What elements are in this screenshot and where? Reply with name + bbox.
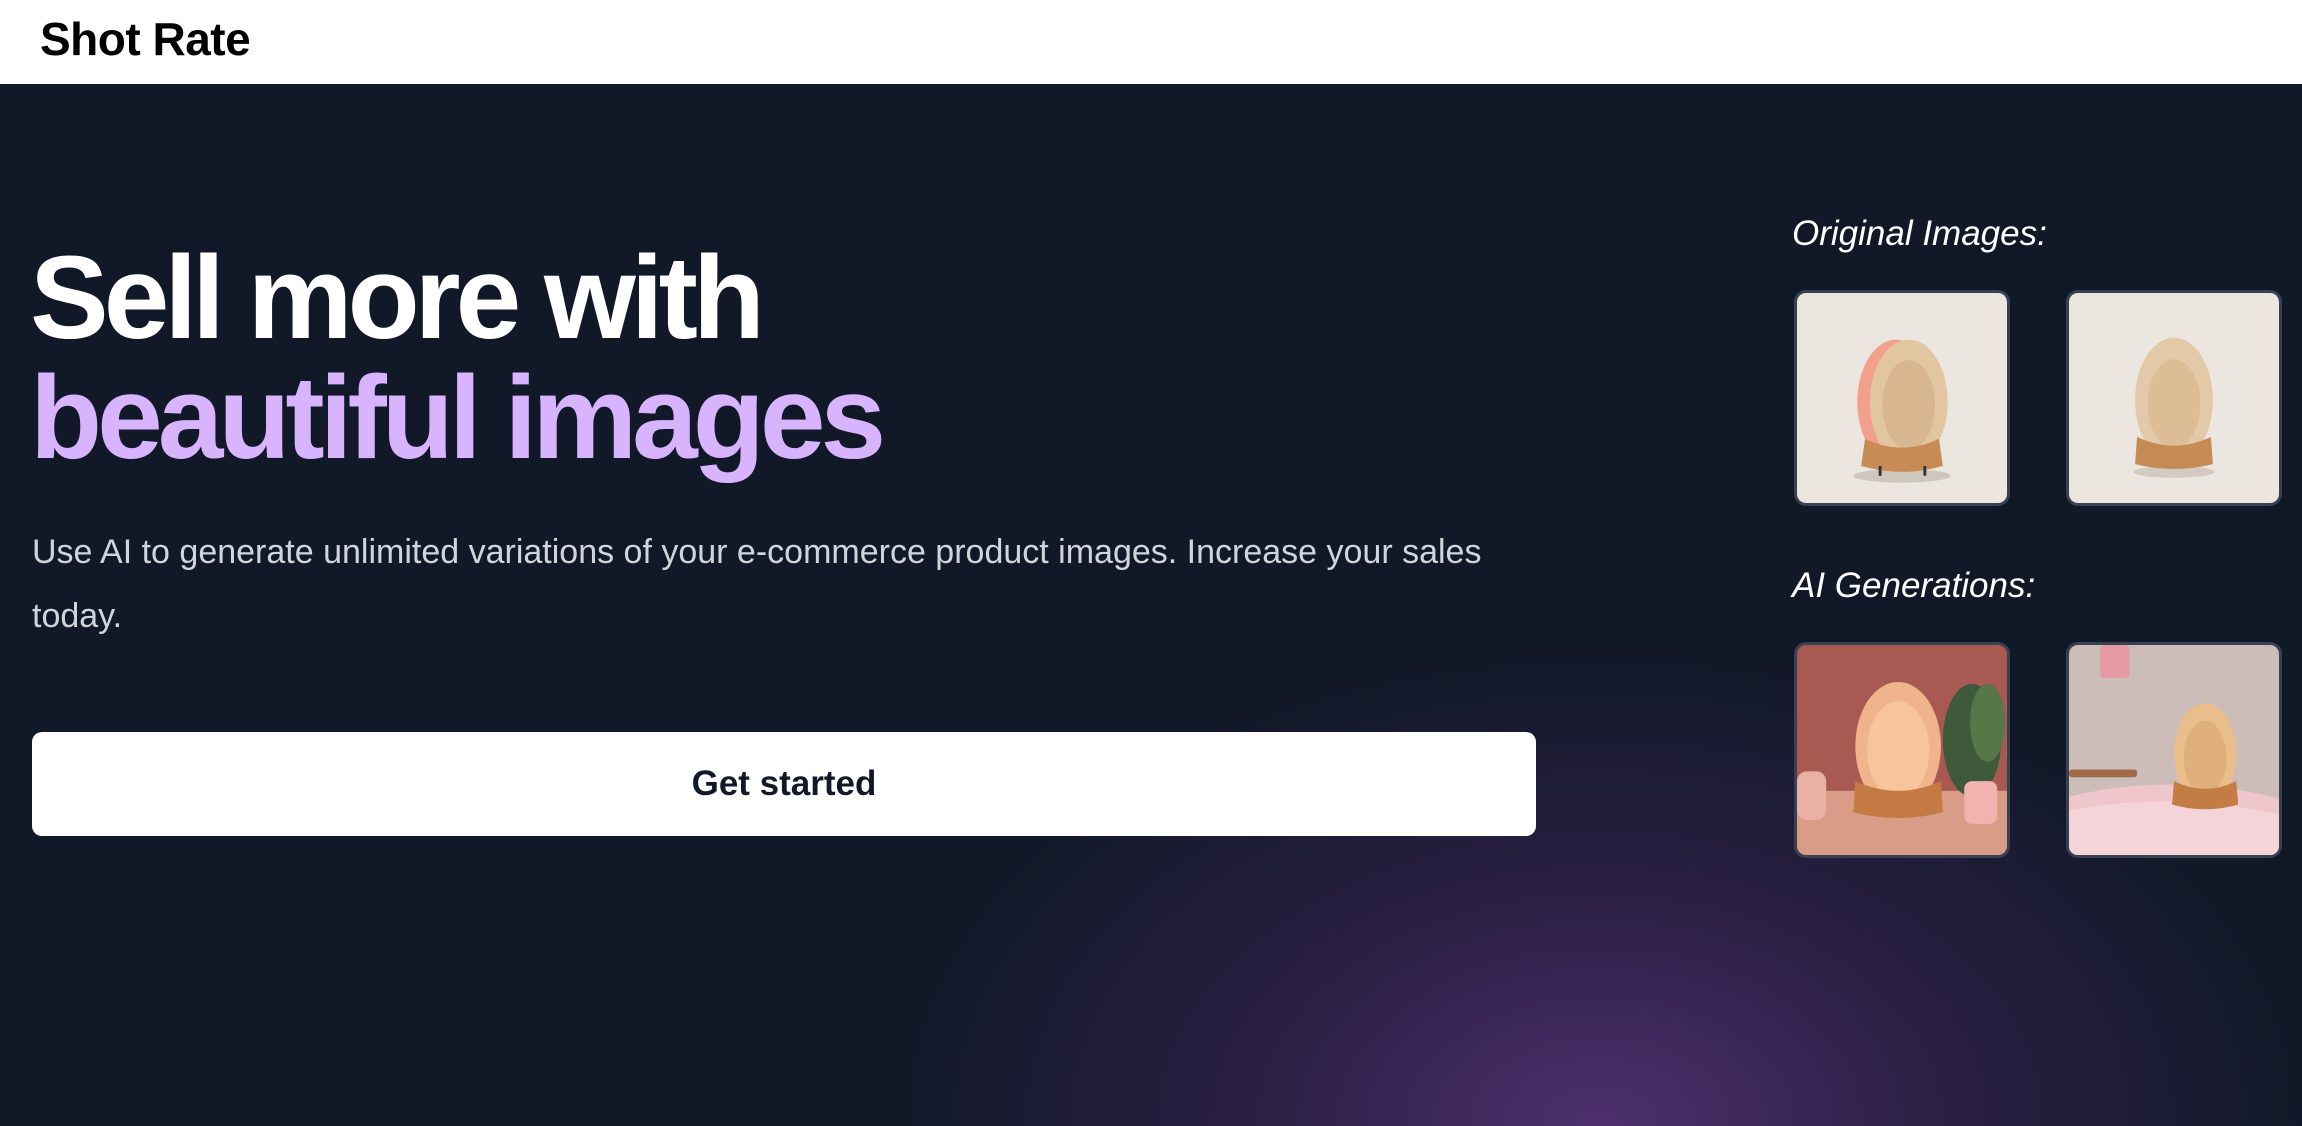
lamp-photo-bed — [2069, 645, 2279, 855]
original-image-2 — [2066, 290, 2282, 506]
headline-line-2-accent: beautiful images — [30, 352, 886, 484]
get-started-button[interactable]: Get started — [32, 732, 1536, 836]
brand-logo-text[interactable]: Shot Rate — [40, 12, 251, 67]
ai-image-2 — [2066, 642, 2282, 858]
original-images-label: Original Images: — [1792, 214, 2047, 253]
top-nav-bar: Shot Rate — [0, 0, 2302, 84]
original-image-1 — [1794, 290, 2010, 506]
lamp-photo-table-plant — [1797, 645, 2007, 855]
lamp-photo-glow — [1797, 293, 2007, 503]
lamp-photo-plain — [2069, 293, 2279, 503]
ai-image-1 — [1794, 642, 2010, 858]
ai-generations-label: AI Generations: — [1792, 566, 2036, 605]
hero-headline: Sell more with beautiful images — [30, 232, 886, 484]
hero-subtitle: Use AI to generate unlimited variations … — [32, 533, 1482, 635]
headline-line-1: Sell more with — [30, 232, 765, 364]
